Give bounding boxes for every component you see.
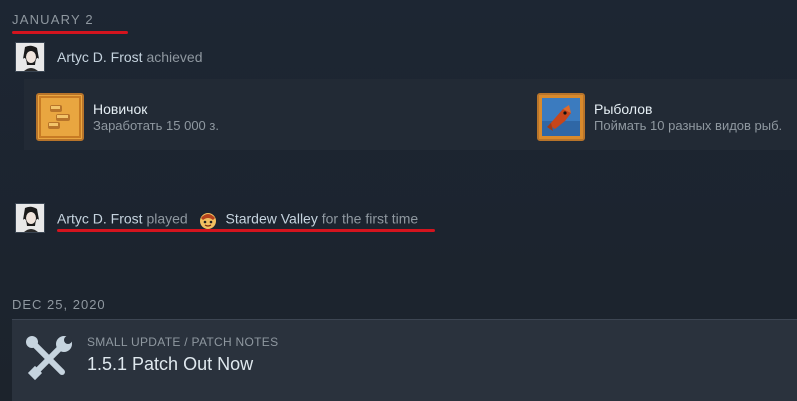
event-verb: played — [146, 210, 188, 227]
game-link[interactable]: Stardew Valley — [226, 211, 318, 227]
news-kicker: SMALL UPDATE / PATCH NOTES — [87, 335, 279, 349]
date-header: DEC 25, 2020 — [12, 297, 106, 312]
news-title[interactable]: 1.5.1 Patch Out Now — [87, 354, 253, 375]
event-underline — [57, 229, 435, 232]
tools-icon — [24, 334, 72, 387]
date-header: JANUARY 2 — [12, 12, 94, 27]
achievement-desc: Поймать 10 разных видов рыб. — [594, 117, 783, 133]
achievements-panel: Новичок Заработать 15 000 з. Рыболов Пой… — [24, 79, 797, 150]
user-name-link[interactable]: Artyc D. Frost — [57, 49, 143, 65]
stardew-valley-icon[interactable] — [198, 210, 218, 230]
achievement-desc: Заработать 15 000 з. — [93, 117, 219, 133]
user-avatar[interactable] — [15, 203, 45, 233]
coins-icon — [36, 93, 84, 141]
achievement-item[interactable]: Рыболов Поймать 10 разных видов рыб. — [537, 93, 782, 141]
achievement-item[interactable]: Новичок Заработать 15 000 з. — [36, 93, 219, 141]
event-verb: achieved — [146, 49, 203, 65]
event-line: Artyc D. Frost played Stardew Valley for… — [57, 210, 418, 230]
achievement-title: Новичок — [93, 100, 148, 117]
date-underline — [12, 31, 128, 34]
event-line: Artyc D. Frost achieved — [57, 49, 203, 65]
event-suffix: for the first time — [321, 210, 419, 227]
user-avatar[interactable] — [15, 42, 45, 72]
achievement-title: Рыболов — [594, 100, 653, 117]
news-card[interactable]: SMALL UPDATE / PATCH NOTES 1.5.1 Patch O… — [12, 319, 797, 401]
fish-icon — [537, 93, 585, 141]
user-name-link[interactable]: Artyc D. Frost — [57, 211, 143, 227]
